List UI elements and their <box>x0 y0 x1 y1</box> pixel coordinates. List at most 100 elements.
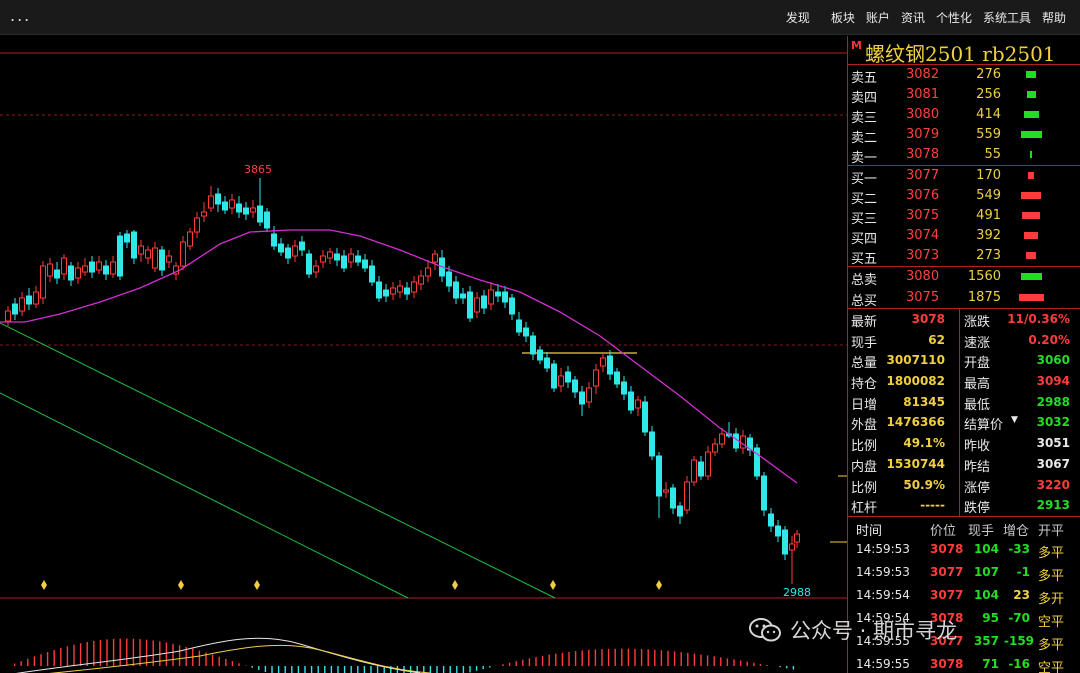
candle <box>628 386 634 414</box>
stat-value: 3220 <box>1036 477 1070 492</box>
candle-body <box>292 245 298 257</box>
candle <box>236 196 242 218</box>
kline-chart[interactable]: 3865 2988 <box>0 36 847 673</box>
stat-value: 1476366 <box>886 415 945 430</box>
tick-type: 多平 <box>1038 637 1065 653</box>
candle <box>537 346 543 364</box>
candle <box>794 530 800 548</box>
ask-level-1[interactable]: 卖一 3078 55 <box>848 145 1080 166</box>
candle <box>418 270 424 290</box>
candle-body <box>663 489 669 493</box>
macd-dea-line <box>48 644 431 673</box>
contract-title[interactable]: 螺纹钢2501 rb2501 <box>865 38 1056 67</box>
ask-level-2[interactable]: 卖二 3079 559 <box>848 125 1080 146</box>
menu-item-0[interactable]: 发现 <box>786 9 810 26</box>
candle <box>138 240 144 262</box>
wechat-watermark: 公众号 · 期市寻龙 <box>748 612 957 648</box>
signal-marker <box>656 580 662 590</box>
bid-level-3[interactable]: 买三 3075 491 <box>848 206 1080 227</box>
tick-volume: 357 <box>973 633 999 648</box>
stat-value: 2988 <box>1036 394 1070 409</box>
tick-row: 14:59:55 3078 71 -16 空平 <box>848 654 1080 673</box>
bid-level-1[interactable]: 买一 3077 170 <box>848 166 1080 187</box>
candle <box>362 254 368 272</box>
stat-label: 杠杆 <box>851 501 878 517</box>
tick-oi-change: -159 <box>1004 633 1035 648</box>
ask-level-5[interactable]: 卖五 3082 276 <box>848 65 1080 86</box>
candle-body <box>600 357 606 367</box>
candle <box>320 250 326 268</box>
tick-price: 3078 <box>930 541 964 556</box>
candle <box>712 438 718 456</box>
menu-item-3[interactable]: 资讯 <box>901 9 925 26</box>
bid-level-2[interactable]: 买二 3076 549 <box>848 186 1080 207</box>
candle <box>278 238 284 256</box>
stat-row: 现手 62 速涨 0.20% <box>848 330 1080 351</box>
candle-body <box>579 391 585 405</box>
ask-level-4[interactable]: 卖四 3081 256 <box>848 85 1080 106</box>
stat-value: 3051 <box>1036 436 1070 451</box>
candle-body <box>334 253 340 261</box>
menu-item-6[interactable]: 帮助 <box>1042 9 1066 26</box>
signal-marker <box>254 580 260 590</box>
candle <box>593 364 599 394</box>
total-volume: 1875 <box>967 289 1001 305</box>
volume-bar <box>1026 71 1036 78</box>
candle <box>124 230 130 248</box>
candle <box>215 188 221 212</box>
level-volume: 256 <box>976 87 1001 102</box>
volume-bar <box>1026 252 1036 259</box>
kline-chart-canvas[interactable]: 3865 2988 <box>0 36 847 673</box>
candle <box>348 248 354 268</box>
stat-value: 3032 <box>1036 415 1070 430</box>
menu-item-2[interactable]: 账户 <box>866 9 890 26</box>
candle-body <box>264 211 270 229</box>
stat-row: 杠杆 ----- 跌停 2913 <box>848 495 1080 516</box>
bid-level-5[interactable]: 买五 3073 273 <box>848 246 1080 267</box>
candle <box>705 446 711 480</box>
more-menu-icon[interactable]: ... <box>10 6 31 25</box>
stat-label: 现手 <box>851 335 878 351</box>
candle-body <box>705 451 711 477</box>
candle <box>754 444 760 480</box>
candle <box>159 246 165 276</box>
candle <box>376 276 382 302</box>
total-volume-bar <box>1020 273 1042 280</box>
candle <box>292 240 298 262</box>
volume-bar <box>1023 111 1039 118</box>
stat-label: 涨停 <box>964 480 991 496</box>
candle <box>460 288 466 304</box>
ask-level-3[interactable]: 卖三 3080 414 <box>848 105 1080 126</box>
stat-row: 比例 50.9% 涨停 3220 <box>848 475 1080 496</box>
candle <box>33 286 39 308</box>
tick-header-chg: 增仓 <box>1003 523 1030 539</box>
candle <box>47 258 53 282</box>
candle-body <box>180 241 186 267</box>
level-price: 3076 <box>906 188 940 203</box>
candle <box>698 456 704 480</box>
menu-item-5[interactable]: 系统工具 <box>983 9 1031 26</box>
trendline-upper <box>0 322 556 599</box>
candle <box>341 250 347 272</box>
tick-time: 14:59:53 <box>856 541 910 556</box>
candle-body <box>299 241 305 251</box>
level-label: 卖二 <box>851 131 878 146</box>
stat-label[interactable]: 结算价 <box>964 414 1003 433</box>
candle <box>425 260 431 282</box>
stat-value: 49.1% <box>903 436 945 451</box>
caret-down-icon[interactable]: ▼ <box>1011 415 1018 425</box>
tick-list-header: 时间 价位 现手 增仓 开平 <box>848 517 1080 539</box>
stat-value: 3007110 <box>886 353 945 368</box>
candle-body <box>96 261 102 271</box>
level-price: 3082 <box>906 67 940 82</box>
menu-item-4[interactable]: 个性化 <box>936 9 972 26</box>
stat-label: 开盘 <box>964 356 991 372</box>
bid-level-4[interactable]: 买四 3074 392 <box>848 226 1080 247</box>
tick-oi-change: -1 <box>1016 564 1030 579</box>
menu-item-1[interactable]: 板块 <box>831 9 855 26</box>
candle-body <box>768 513 774 527</box>
candle-body <box>397 285 403 293</box>
quote-stats: 最新 3078 涨跌 11/0.36% 现手 62 速涨 0.20% 总量 3007110 开盘 30… <box>848 308 1080 516</box>
tick-list[interactable]: 时间 价位 现手 增仓 开平 14:59:53 3078 104 -33 多平 14:59… <box>848 515 1080 673</box>
stat-label: 日增 <box>851 397 878 413</box>
